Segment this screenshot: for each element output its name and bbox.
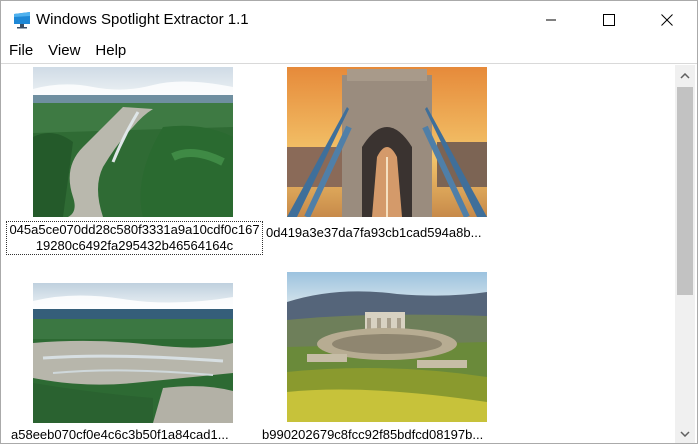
maximize-icon (603, 14, 615, 26)
menu-divider (1, 63, 697, 64)
main-window: Windows Spotlight Extractor 1.1 File Vie… (0, 0, 698, 444)
menu-file[interactable]: File (1, 41, 40, 61)
scroll-down-icon (680, 424, 690, 442)
minimize-icon (545, 14, 557, 26)
scroll-up-button[interactable] (675, 65, 695, 85)
thumbnail-image[interactable] (287, 67, 487, 217)
thumbnail-caption: b990202679c8fcc92f85bdfcd08197b... (262, 427, 484, 442)
menu-help[interactable]: Help (87, 41, 133, 61)
scroll-up-icon (680, 66, 690, 84)
image-grid: 045a5ce070dd28c580f3331a9a10cdf0c1671928… (3, 65, 673, 443)
thumbnail-image[interactable] (33, 283, 233, 433)
minimize-button[interactable] (528, 1, 574, 39)
menu-view[interactable]: View (40, 41, 87, 61)
title-bar[interactable]: Windows Spotlight Extractor 1.1 (1, 1, 697, 39)
scroll-down-button[interactable] (675, 423, 695, 443)
menu-bar: File View Help (1, 41, 697, 61)
maximize-button[interactable] (586, 1, 632, 39)
thumbnail-image[interactable] (287, 272, 487, 422)
close-icon (661, 14, 673, 26)
close-button[interactable] (644, 1, 690, 39)
thumbnail-caption: 045a5ce070dd28c580f3331a9a10cdf0c1671928… (6, 221, 263, 255)
scrollbar-thumb[interactable] (677, 87, 693, 295)
thumbnail-caption: a58eeb070cf0e4c6c3b50f1a84cad1... (11, 427, 229, 442)
thumbnail-image[interactable] (33, 67, 233, 217)
thumbnail-caption: 0d419a3e37da7fa93cb1cad594a8b... (266, 225, 482, 240)
window-title: Windows Spotlight Extractor 1.1 (36, 11, 249, 28)
vertical-scrollbar[interactable] (675, 65, 695, 443)
monitor-app-icon (13, 11, 31, 29)
